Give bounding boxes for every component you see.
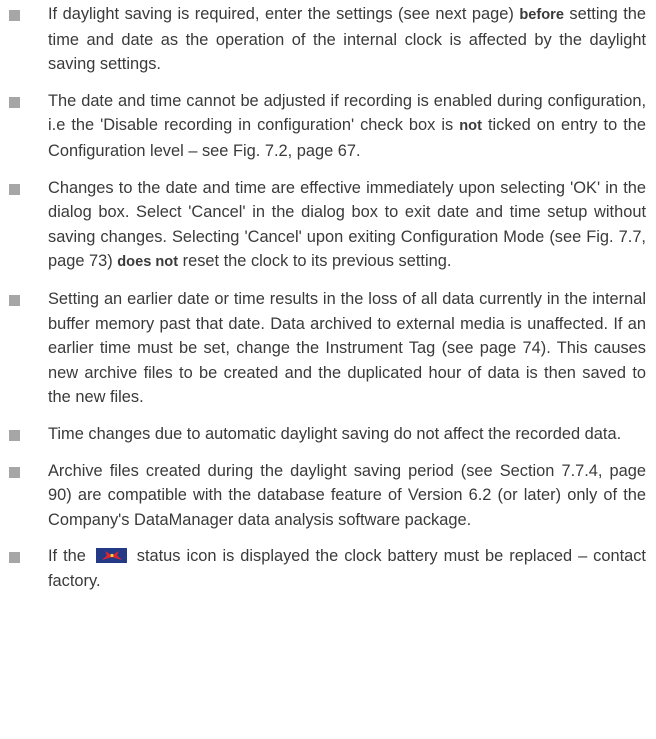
note-item: Changes to the date and time are effecti… xyxy=(8,176,646,275)
note-text: status icon is displayed the clock batte… xyxy=(48,547,646,590)
emphasis-text: does not xyxy=(117,254,179,271)
bullet-marker xyxy=(9,183,20,195)
note-text: Setting an earlier date or time results … xyxy=(48,289,646,407)
bullet-marker xyxy=(9,552,20,564)
note-item: Archive files created during the dayligh… xyxy=(8,459,646,533)
note-text: If daylight saving is required, enter th… xyxy=(48,5,520,23)
note-text: Archive files created during the dayligh… xyxy=(48,461,646,529)
bullet-marker xyxy=(9,466,20,478)
bullet-marker xyxy=(9,96,20,108)
note-item: Time changes due to automatic daylight s… xyxy=(8,422,646,447)
document-page: If daylight saving is required, enter th… xyxy=(0,0,656,739)
note-text: reset the clock to its previous setting. xyxy=(178,252,452,271)
note-item: Setting an earlier date or time results … xyxy=(8,287,646,410)
bullet-marker xyxy=(9,429,20,441)
emphasis-text: before xyxy=(519,7,564,23)
bullet-marker xyxy=(9,294,20,306)
note-text: Time changes due to automatic daylight s… xyxy=(48,424,622,443)
note-item: If daylight saving is required, enter th… xyxy=(8,2,646,77)
notes-list: If daylight saving is required, enter th… xyxy=(8,2,646,593)
clock-battery-status-icon xyxy=(95,548,127,564)
bullet-marker xyxy=(9,10,20,21)
note-item: The date and time cannot be adjusted if … xyxy=(8,89,646,164)
emphasis-text: not xyxy=(459,118,482,135)
note-item: If the status icon is displayed the cloc… xyxy=(8,544,646,593)
note-text: If the xyxy=(48,547,92,566)
